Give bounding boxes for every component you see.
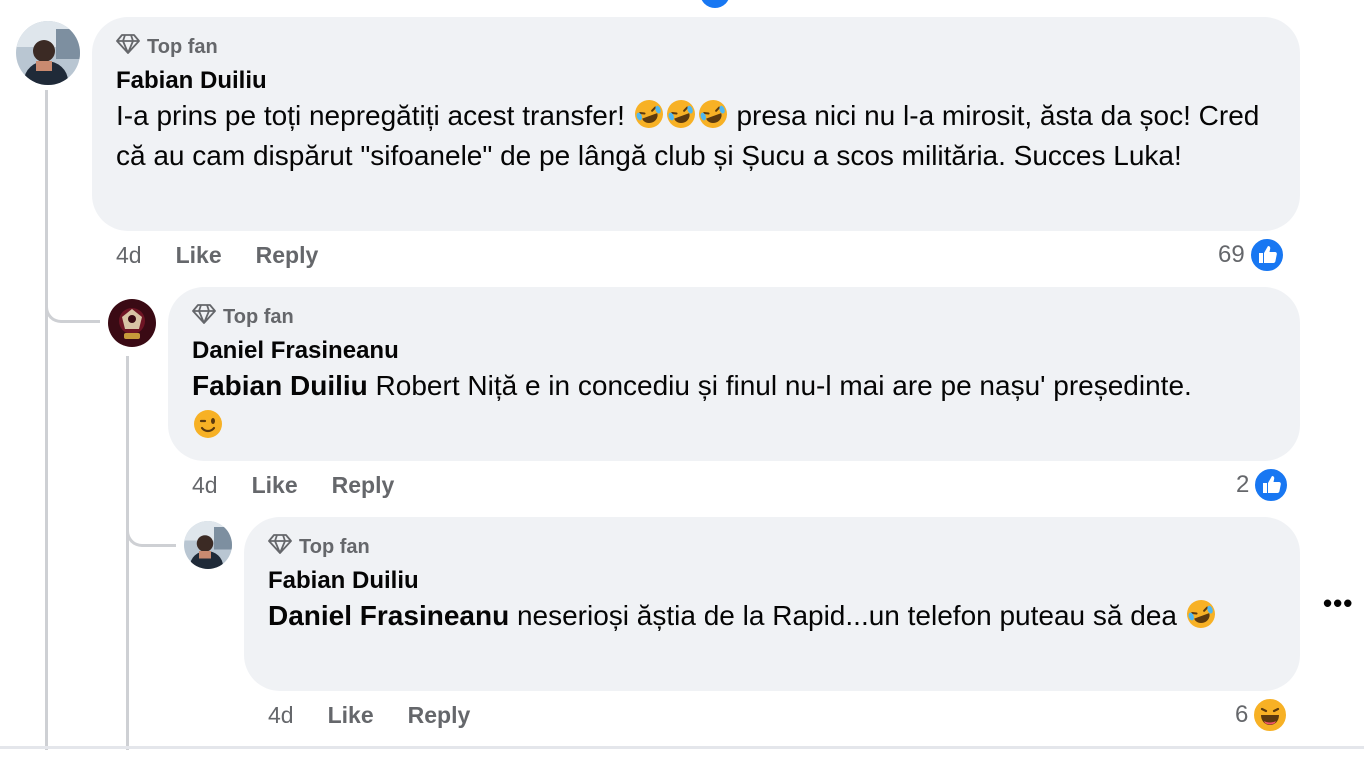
- haha-icon: [1252, 697, 1289, 733]
- reaction-count: 6: [1235, 701, 1249, 728]
- mention-link[interactable]: Daniel Frasineanu: [268, 600, 509, 631]
- thread-line-reply: [126, 356, 129, 750]
- diamond-icon: [116, 33, 140, 61]
- comment-text-part: I-a prins pe toți nepregătiți acest tran…: [116, 100, 633, 131]
- reaction-summary[interactable]: 6: [1235, 697, 1289, 733]
- diamond-icon: [192, 303, 216, 331]
- reaction-summary[interactable]: 69: [1218, 237, 1285, 273]
- comment-author[interactable]: Fabian Duiliu: [268, 567, 419, 595]
- like-button[interactable]: Like: [328, 702, 374, 729]
- thread-connector-1: [45, 270, 100, 323]
- reaction-count: 69: [1218, 241, 1245, 268]
- reply-button[interactable]: Reply: [332, 472, 395, 499]
- comment-timestamp[interactable]: 4d: [192, 472, 218, 499]
- badge-label: Top fan: [147, 35, 218, 58]
- reply-button[interactable]: Reply: [408, 702, 471, 729]
- comment-timestamp[interactable]: 4d: [268, 702, 294, 729]
- comment-text: I-a prins pe toți nepregătiți acest tran…: [116, 96, 1276, 176]
- comment-text: Fabian Duiliu Robert Niță e in concediu …: [192, 366, 1192, 446]
- mention-link[interactable]: Fabian Duiliu: [192, 370, 368, 401]
- comment-text: Daniel Frasineanu neserioși ăștia de la …: [268, 596, 1268, 636]
- reaction-count: 2: [1236, 471, 1250, 498]
- wink-emoji-icon: [192, 408, 224, 440]
- top-fan-badge: Top fan: [116, 33, 218, 61]
- thread-connector-2: [126, 500, 176, 547]
- badge-label: Top fan: [299, 535, 370, 558]
- reply-button[interactable]: Reply: [256, 242, 319, 269]
- comment-text-part: Robert Niță e in concediu și finul nu-l …: [367, 370, 1192, 401]
- rofl-emoji-icon: [633, 98, 665, 130]
- comment-actions: 4d Like Reply: [192, 472, 428, 499]
- thread-line-main: [45, 90, 48, 750]
- comment-author[interactable]: Daniel Frasineanu: [192, 337, 399, 365]
- avatar-fabian-duiliu[interactable]: [184, 521, 232, 569]
- top-fan-badge: Top fan: [192, 303, 294, 331]
- comment-author[interactable]: Fabian Duiliu: [116, 67, 267, 95]
- reaction-summary[interactable]: 2: [1236, 467, 1290, 503]
- comment-actions: 4d Like Reply: [116, 242, 352, 269]
- rofl-emoji-icon: [1185, 598, 1217, 630]
- rofl-emoji-icon: [665, 98, 697, 130]
- like-icon: [1253, 467, 1290, 503]
- like-button[interactable]: Like: [176, 242, 222, 269]
- comment-actions: 4d Like Reply: [268, 702, 504, 729]
- top-fan-badge: Top fan: [268, 533, 370, 561]
- divider: [0, 746, 1364, 749]
- more-options-button[interactable]: •••: [1323, 588, 1353, 619]
- avatar-fabian-duiliu[interactable]: [16, 21, 80, 85]
- top-edge-fragment: [700, 0, 730, 8]
- comment-text-part: neserioși ăștia de la Rapid...un telefon…: [509, 600, 1177, 631]
- diamond-icon: [268, 533, 292, 561]
- like-icon: [1248, 237, 1285, 273]
- like-button[interactable]: Like: [252, 472, 298, 499]
- rofl-emoji-icon: [697, 98, 729, 130]
- avatar-daniel-frasineanu[interactable]: [108, 299, 156, 347]
- badge-label: Top fan: [223, 305, 294, 328]
- comment-timestamp[interactable]: 4d: [116, 242, 142, 269]
